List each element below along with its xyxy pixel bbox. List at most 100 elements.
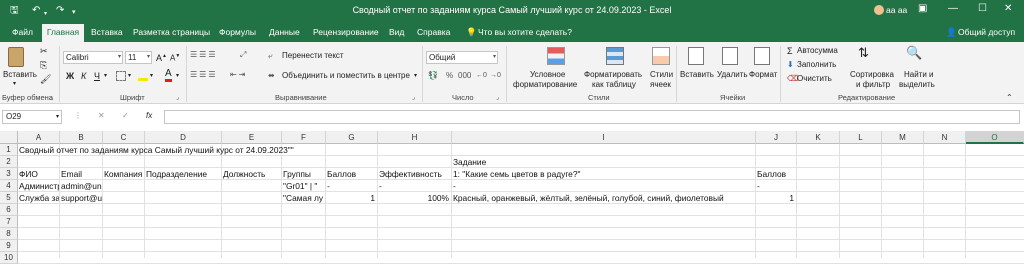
paste-button[interactable]: Вставить bbox=[3, 70, 37, 79]
font-color-dropdown-icon[interactable]: ▾ bbox=[176, 71, 179, 81]
cell-h5[interactable]: 100% bbox=[378, 192, 451, 204]
column-header-e[interactable]: E bbox=[222, 131, 282, 144]
cell-j4[interactable]: - bbox=[756, 180, 796, 192]
paste-dropdown-icon[interactable]: ▾ bbox=[13, 80, 16, 89]
horizontal-align-icons[interactable]: ☰☰☰ bbox=[190, 70, 218, 80]
italic-button[interactable]: К bbox=[81, 71, 86, 81]
search-icon[interactable]: 🔍 bbox=[906, 46, 922, 59]
merge-dropdown-icon[interactable]: ▾ bbox=[414, 71, 417, 81]
cell-i4[interactable]: - bbox=[452, 180, 755, 192]
format-as-table-icon[interactable] bbox=[606, 47, 624, 65]
conditional-formatting-label-2[interactable]: форматирование bbox=[513, 80, 577, 89]
column-header-k[interactable]: K bbox=[797, 131, 840, 144]
cancel-icon[interactable]: ✕ bbox=[98, 111, 105, 121]
insert-function-icon[interactable]: fx bbox=[146, 111, 152, 121]
row-header-1[interactable]: 1 bbox=[0, 144, 18, 156]
row-header-3[interactable]: 3 bbox=[0, 168, 18, 180]
paste-icon[interactable] bbox=[8, 47, 24, 67]
format-cells-icon[interactable] bbox=[754, 47, 770, 65]
column-header-j[interactable]: J bbox=[756, 131, 797, 144]
orientation-icon[interactable]: ⤢ bbox=[240, 50, 246, 60]
column-header-d[interactable]: D bbox=[145, 131, 222, 144]
fill-button[interactable]: Заполнить bbox=[797, 60, 836, 70]
tab-help[interactable]: Справка bbox=[414, 22, 453, 42]
delete-cells-icon[interactable] bbox=[722, 47, 738, 65]
find-select-label-2[interactable]: выделить bbox=[899, 80, 935, 89]
cell-f5[interactable]: "Самая лу bbox=[282, 192, 325, 204]
top-align-icons[interactable]: ☰☰☰ bbox=[190, 50, 218, 60]
tab-data[interactable]: Данные bbox=[266, 22, 303, 42]
clipboard-launcher-icon[interactable]: ⌟ bbox=[50, 93, 53, 103]
formula-input[interactable] bbox=[164, 110, 1020, 124]
cell-c3[interactable]: Компания bbox=[103, 168, 144, 180]
cell-b5[interactable]: support@unicraft.org bbox=[60, 192, 102, 204]
font-name-select[interactable]: Calibri ▾ bbox=[63, 51, 123, 64]
font-launcher-icon[interactable]: ⌟ bbox=[176, 93, 179, 103]
number-launcher-icon[interactable]: ⌟ bbox=[496, 93, 499, 103]
row-header-9[interactable]: 9 bbox=[0, 240, 18, 252]
column-header-f[interactable]: F bbox=[282, 131, 326, 144]
cell-f3[interactable]: Группы bbox=[282, 168, 325, 180]
format-painter-icon[interactable]: 🖌 bbox=[40, 74, 51, 84]
cell-b4[interactable]: admin@unicraft.org bbox=[60, 180, 102, 192]
column-header-g[interactable]: G bbox=[326, 131, 378, 144]
font-color-icon[interactable]: A bbox=[165, 69, 172, 82]
collapse-ribbon-icon[interactable]: ⌃ bbox=[1006, 93, 1013, 103]
column-header-b[interactable]: B bbox=[60, 131, 103, 144]
sort-filter-label-2[interactable]: и фильтр bbox=[856, 80, 890, 89]
borders-icon[interactable] bbox=[116, 71, 126, 81]
alignment-launcher-icon[interactable]: ⌟ bbox=[412, 93, 415, 103]
column-header-h[interactable]: H bbox=[378, 131, 452, 144]
column-header-c[interactable]: C bbox=[103, 131, 145, 144]
column-header-a[interactable]: A bbox=[18, 131, 60, 144]
decimal-increase-icon[interactable]: ←0 bbox=[476, 71, 487, 81]
tab-view[interactable]: Вид bbox=[386, 22, 407, 42]
decimal-decrease-icon[interactable]: →0 bbox=[490, 71, 501, 81]
fill-color-icon[interactable] bbox=[138, 71, 148, 81]
cell-h3[interactable]: Эффективность bbox=[378, 168, 451, 180]
row-header-10[interactable]: 10 bbox=[0, 252, 18, 264]
insert-cells-icon[interactable] bbox=[688, 47, 704, 65]
underline-button[interactable]: Ч bbox=[94, 71, 100, 81]
cell-styles-label-2[interactable]: ячеек bbox=[650, 80, 671, 89]
insert-cells-button[interactable]: Вставить bbox=[680, 70, 714, 79]
row-header-8[interactable]: 8 bbox=[0, 228, 18, 240]
tab-review[interactable]: Рецензирование bbox=[310, 22, 382, 42]
cell-f4[interactable]: "Gr01" | " bbox=[282, 180, 325, 192]
select-all-corner[interactable] bbox=[0, 131, 18, 144]
font-size-select[interactable]: 11 ▾ bbox=[125, 51, 152, 64]
cell-i5[interactable]: Красный, оранжевый, жёлтый, зелёный, гол… bbox=[452, 192, 755, 204]
row-header-7[interactable]: 7 bbox=[0, 216, 18, 228]
row-header-4[interactable]: 4 bbox=[0, 180, 18, 192]
merge-center-button[interactable]: Объединить и поместить в центре bbox=[282, 71, 410, 81]
underline-dropdown-icon[interactable]: ▾ bbox=[104, 71, 107, 81]
row-header-6[interactable]: 6 bbox=[0, 204, 18, 216]
cell-j5[interactable]: 1 bbox=[756, 192, 796, 204]
percent-icon[interactable]: % bbox=[446, 71, 453, 81]
cell-b3[interactable]: Email bbox=[60, 168, 102, 180]
delete-cells-button[interactable]: Удалить bbox=[717, 70, 748, 79]
close-icon[interactable]: ✕ bbox=[1004, 3, 1012, 14]
cell-h4[interactable]: - bbox=[378, 180, 451, 192]
currency-icon[interactable]: 💱 bbox=[428, 71, 438, 81]
column-header-o[interactable]: O bbox=[966, 131, 1024, 144]
conditional-formatting-icon[interactable] bbox=[547, 47, 565, 65]
tab-insert[interactable]: Вставка bbox=[88, 22, 126, 42]
increase-font-icon[interactable]: A▲ bbox=[156, 51, 167, 63]
tell-me-search[interactable]: Что вы хотите сделать? bbox=[475, 22, 575, 42]
fill-color-dropdown-icon[interactable]: ▾ bbox=[150, 71, 153, 81]
maximize-icon[interactable]: ☐ bbox=[978, 3, 987, 14]
cell-styles-label-1[interactable]: Стили bbox=[650, 70, 673, 79]
borders-dropdown-icon[interactable]: ▾ bbox=[128, 71, 131, 81]
account-name[interactable]: аа аа bbox=[886, 5, 907, 15]
format-as-table-label-2[interactable]: как таблицу bbox=[592, 80, 636, 89]
sort-filter-label-1[interactable]: Сортировка bbox=[850, 70, 894, 79]
column-header-l[interactable]: L bbox=[840, 131, 882, 144]
tab-formulas[interactable]: Формулы bbox=[216, 22, 259, 42]
cell-g3[interactable]: Баллов bbox=[326, 168, 377, 180]
wrap-text-button[interactable]: Перенести текст bbox=[282, 51, 344, 61]
row-header-5[interactable]: 5 bbox=[0, 192, 18, 204]
cell-g4[interactable]: - bbox=[326, 180, 377, 192]
bold-button[interactable]: Ж bbox=[66, 71, 74, 81]
name-box-dropdown-icon[interactable]: ▾ bbox=[56, 112, 59, 122]
